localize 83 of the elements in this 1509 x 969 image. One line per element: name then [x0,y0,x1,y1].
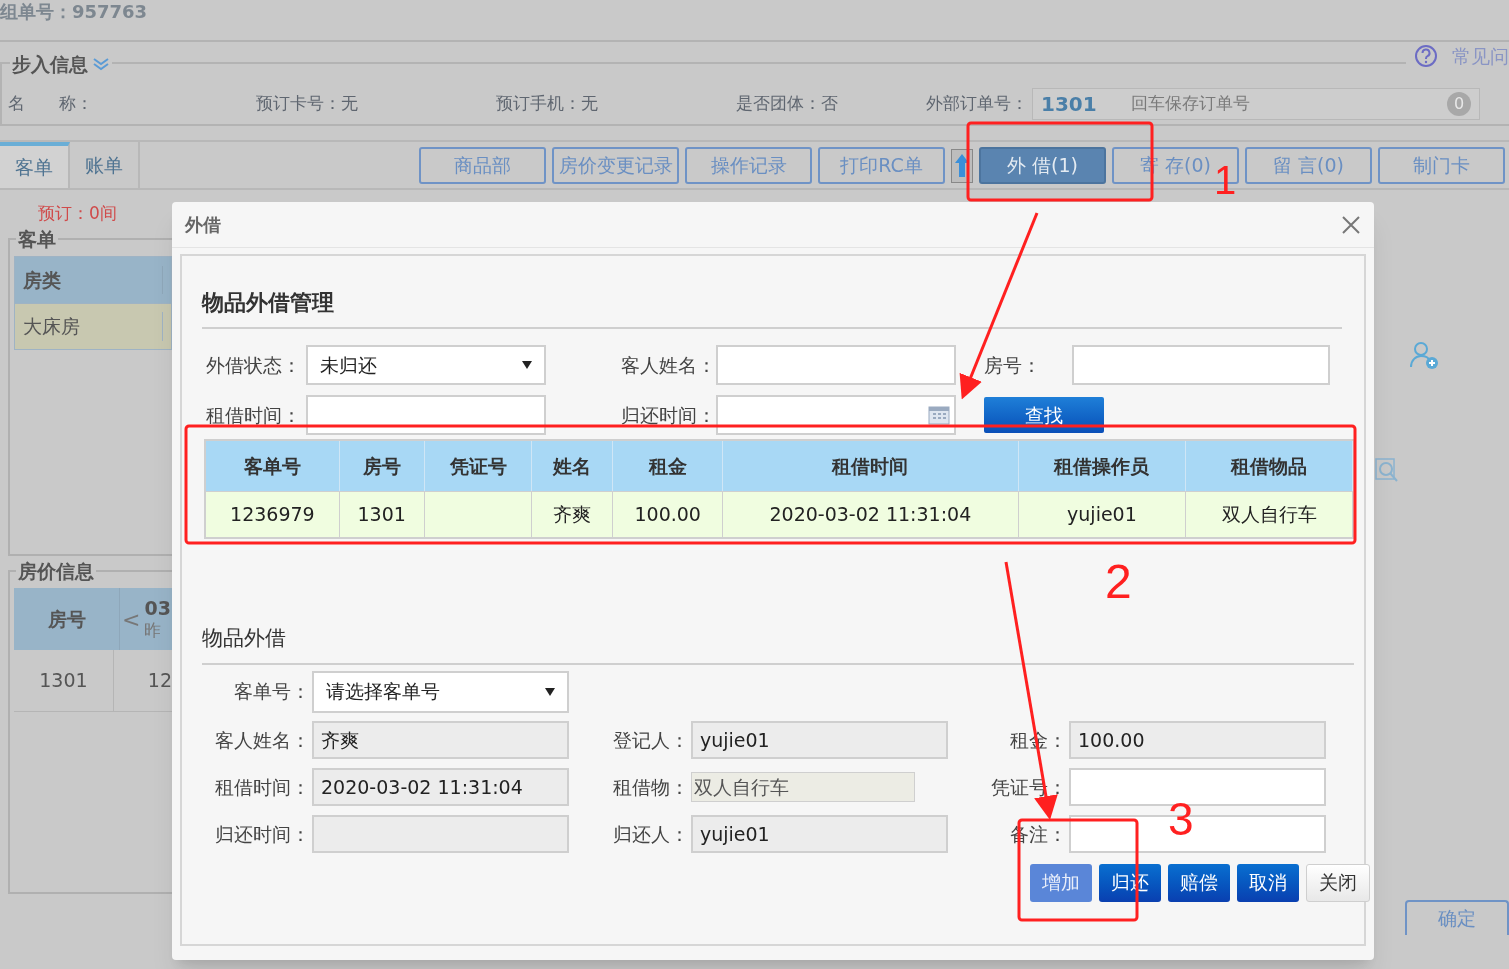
field-label: 租借时间： [214,774,311,800]
column-header: 租借物品 [1231,453,1308,479]
field-label: 客人姓名： [214,727,311,753]
column-header: 租借操作员 [1054,453,1150,479]
booking-count: 预订：0间 [37,202,118,224]
toolbar-button[interactable]: 商品部 [419,147,546,184]
dropdown-icon[interactable] [522,361,532,369]
field-label: 归还时间： [620,402,716,428]
field-label: 外部订单号： [926,92,1028,116]
input-field[interactable]: 齐爽 [312,721,569,759]
info-field: 名 称： [8,91,256,117]
action-button[interactable]: 赔偿 [1168,863,1230,902]
input-field[interactable]: 双人自行车 [691,772,915,802]
toolbar-button[interactable]: 打印RC单 [818,147,945,184]
info-field: 预订手机：无 [496,91,736,117]
input-field[interactable] [716,345,956,385]
toolbar-button[interactable]: 制门卡 [1378,147,1505,184]
close-icon[interactable] [1341,214,1361,235]
help-link[interactable]: 常见问 [1452,42,1509,71]
field-label: 归还时间： [214,821,311,847]
input-field[interactable] [1072,345,1330,385]
section-title: 步入信息 [12,52,88,77]
toolbar-button[interactable]: 房价变更记录 [552,147,679,184]
table-cell-text: 双人自行车 [1221,502,1317,528]
table-cell-text: 2020-03-02 11:31:04 [769,502,972,528]
action-button[interactable]: 关闭 [1306,863,1370,902]
info-field: 是否团体：否 [736,91,926,117]
info-field: 预订卡号：无 [256,91,496,117]
input-field[interactable]: yujie01 [691,721,948,759]
column-header: 房号 [47,606,86,632]
field-label: 登记人： [612,727,690,753]
dropdown-icon[interactable] [545,687,555,696]
tab[interactable]: 客单 [0,142,70,188]
column-header: 房类 [15,265,163,295]
help-icon[interactable] [1414,44,1438,69]
table-cell-text: 1301 [357,502,406,528]
field-label: 外借状态： [205,352,302,378]
table-cell-text: 100.00 [634,502,701,528]
count-badge: 0 [1447,92,1471,116]
field-label: 客人姓名： [620,352,716,378]
action-button[interactable]: 取消 [1237,863,1299,902]
field-label: 房号： [984,352,1042,378]
chevron-down-icon[interactable] [92,57,110,72]
toolbar-button[interactable]: 外 借(1) [979,147,1106,184]
field-label: 归还人： [612,821,690,847]
order-number: 组单号：957763 [0,0,148,24]
column-subheader: 昨 [144,619,162,641]
column-header: 03 [144,597,171,619]
table-cell-text: 1236979 [230,502,315,528]
table-cell-text: 齐爽 [553,502,592,528]
column-header: 租金 [648,453,687,479]
step-number: 3 [1168,796,1194,842]
input-field[interactable] [312,815,569,853]
column-header: 凭证号 [449,453,507,479]
table-cell-text: 1301 [39,668,88,694]
external-order-field[interactable]: 1301 回车保存订单号 0 [1032,88,1480,120]
field-label: 客单号： [233,679,311,705]
field-label: 租借时间： [205,402,302,428]
table-cell: 大床房 [15,312,163,341]
column-header: 客单号 [243,453,301,479]
input-field[interactable]: 2020-03-02 11:31:04 [312,768,569,806]
user-add-icon[interactable] [1409,340,1439,370]
table-cell-text: yujie01 [1067,502,1137,528]
column-header: 姓名 [553,453,592,479]
select-field[interactable]: 未归还 [306,345,546,385]
section-title: 物品外借 [202,626,286,650]
confirm-button[interactable]: 确定 [1405,900,1509,935]
input-field[interactable] [306,395,546,435]
date-field[interactable] [716,395,956,435]
input-field[interactable]: 100.00 [1069,721,1326,759]
calendar-icon[interactable] [928,405,950,425]
field-label: 租借物： [612,774,690,800]
column-header: 租借时间 [832,453,909,479]
previous-arrow[interactable]: < [122,602,141,636]
dialog-title: 外借 [185,213,221,237]
column-header: 房号 [362,453,401,479]
toolbar-button[interactable]: 操作记录 [685,147,812,184]
step-number: 2 [1105,558,1132,606]
input-field[interactable]: yujie01 [691,815,948,853]
table-cell-text: 12 [147,668,172,694]
section-title: 物品外借管理 [202,290,334,315]
select-field[interactable]: 请选择客单号 [312,670,569,713]
toolbar-button[interactable]: 留 言(0) [1245,147,1372,184]
